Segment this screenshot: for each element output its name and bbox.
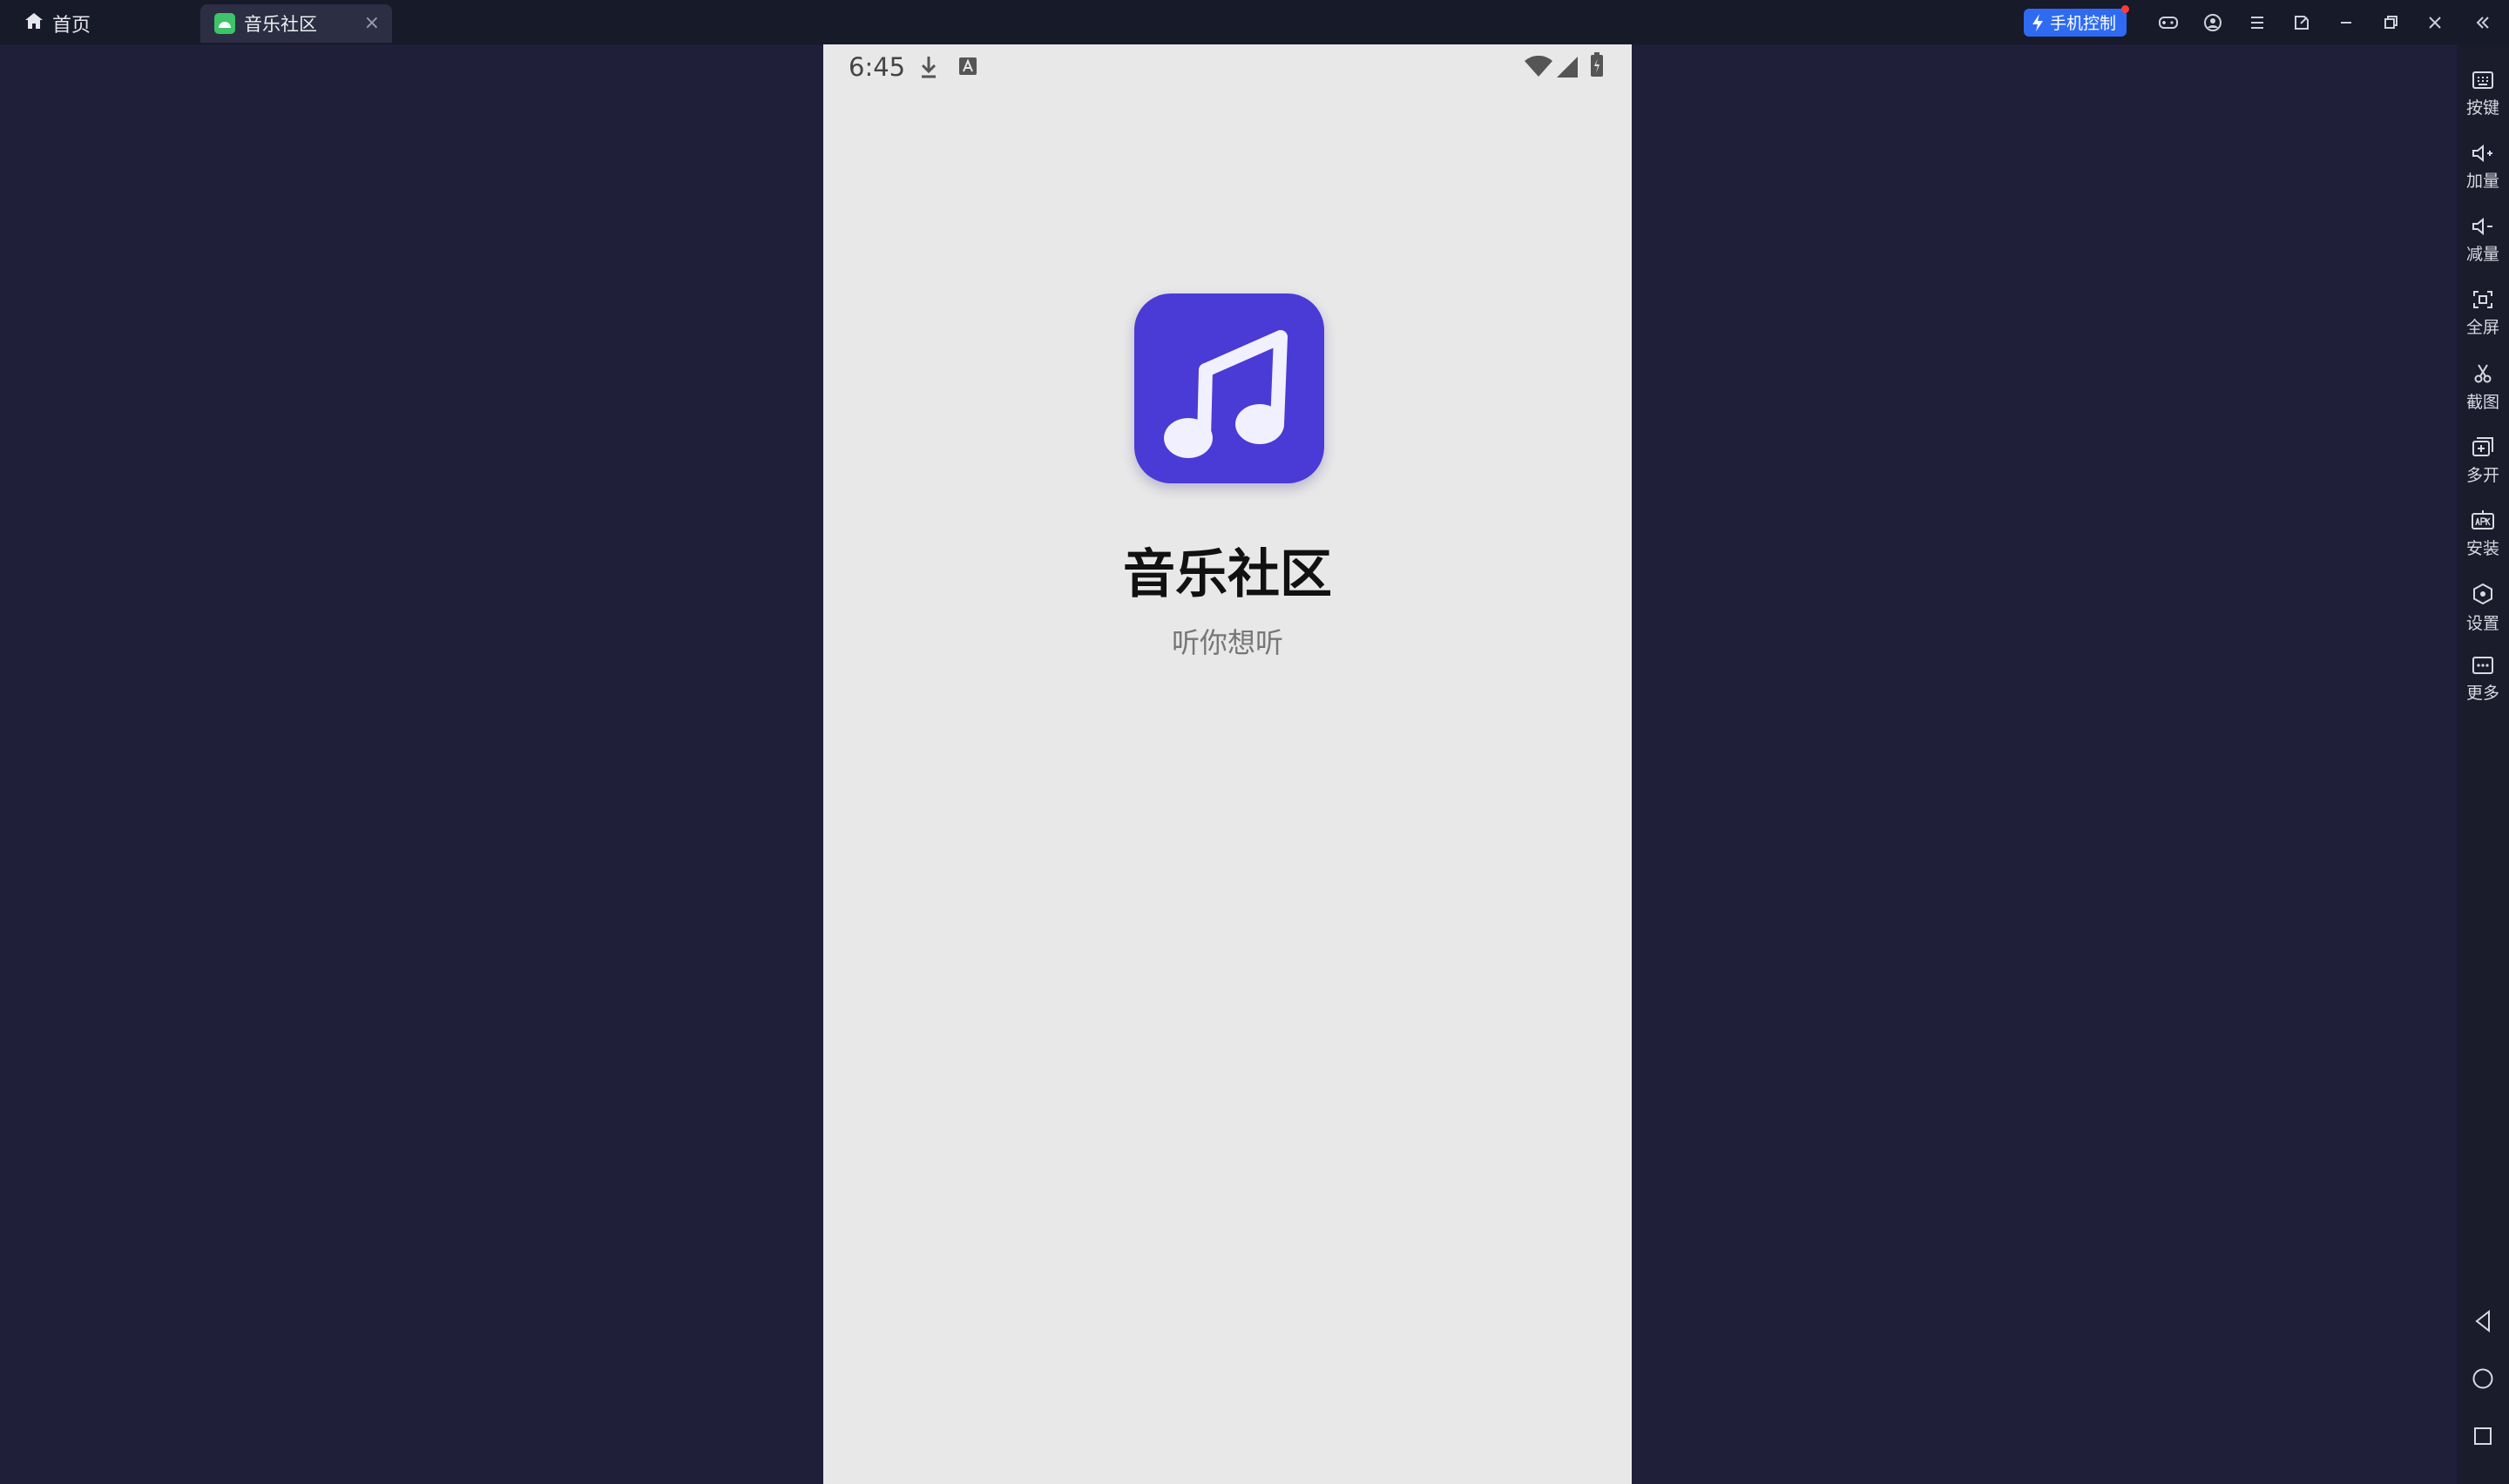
notification-a-icon [958,57,977,79]
recents-icon [2474,1427,2492,1445]
popout-icon [2294,15,2309,30]
title-bar: 首页 音乐社区 × 手机控制 [0,0,2509,44]
android-icon [214,13,235,34]
lightning-icon [2032,13,2043,31]
home-icon [24,12,44,35]
sidebar-item-more[interactable]: 更多 [2457,645,2509,718]
back-icon [2475,1310,2490,1332]
wifi-icon [1524,55,1553,82]
volume-up-icon [2472,144,2492,163]
minimize-button[interactable] [2323,0,2368,44]
sidebar-item-fullscreen[interactable]: 全屏 [2457,280,2509,353]
menu-icon [2250,16,2263,29]
nav-home-button[interactable] [2457,1354,2509,1403]
scissors-icon [2474,364,2492,383]
keyboard-icon [2472,71,2493,89]
sidebar-item-multi-instance[interactable]: 多开 [2457,426,2509,499]
tab-home[interactable]: 首页 [24,7,91,40]
volume-down-icon [2472,217,2492,236]
app-logo [1134,293,1324,483]
minimize-icon [2340,21,2351,24]
nav-recents-button[interactable] [2457,1412,2509,1460]
user-button[interactable] [2190,0,2235,44]
notification-dot [2121,4,2129,13]
music-note-icon [1164,330,1288,458]
battery-charging-icon [1590,51,1604,81]
multi-instance-icon [2472,437,2493,456]
tab-close-button[interactable]: × [364,12,380,34]
home-circle-icon [2472,1368,2493,1389]
tab-label: 音乐社区 [244,14,317,35]
phone-screen[interactable]: 6:45 音乐社区 听你想听 [823,44,1632,1484]
nav-back-button[interactable] [2457,1297,2509,1346]
menu-button[interactable] [2235,0,2279,44]
gamepad-icon [2158,16,2178,29]
user-icon [2203,13,2222,31]
gamepad-button[interactable] [2146,0,2190,44]
emulator-sidebar: 按键 加量 减量 全屏 截图 多开 安装 设置 更多 [2457,44,2509,1484]
app-subtitle: 听你想听 [1171,626,1283,659]
sidebar-item-volume-down[interactable]: 减量 [2457,206,2509,280]
settings-icon [2473,583,2492,605]
restore-button[interactable] [2368,0,2412,44]
apk-install-icon [2472,510,2494,530]
signal-icon [1556,56,1579,82]
sidebar-item-install[interactable]: 安装 [2457,499,2509,572]
app-title: 音乐社区 [1123,544,1332,605]
sidebar-item-keys[interactable]: 按键 [2457,60,2509,133]
collapse-icon [2476,16,2489,29]
popout-button[interactable] [2279,0,2323,44]
fullscreen-icon [2473,291,2492,308]
restore-icon [2384,15,2397,29]
phone-control-label: 手机控制 [2049,14,2116,33]
sidebar-item-settings[interactable]: 设置 [2457,572,2509,645]
collapse-sidebar-button[interactable] [2457,0,2509,44]
tab-home-label: 首页 [52,15,91,37]
sidebar-item-screenshot[interactable]: 截图 [2457,353,2509,426]
download-icon [919,55,938,83]
sidebar-item-volume-up[interactable]: 加量 [2457,133,2509,206]
phone-control-button[interactable]: 手机控制 [2023,4,2129,37]
status-time: 6:45 [849,52,906,82]
close-icon [2428,16,2441,29]
close-window-button[interactable] [2412,0,2457,44]
tab-music-community[interactable]: 音乐社区 × [200,4,392,43]
more-icon [2472,657,2493,674]
